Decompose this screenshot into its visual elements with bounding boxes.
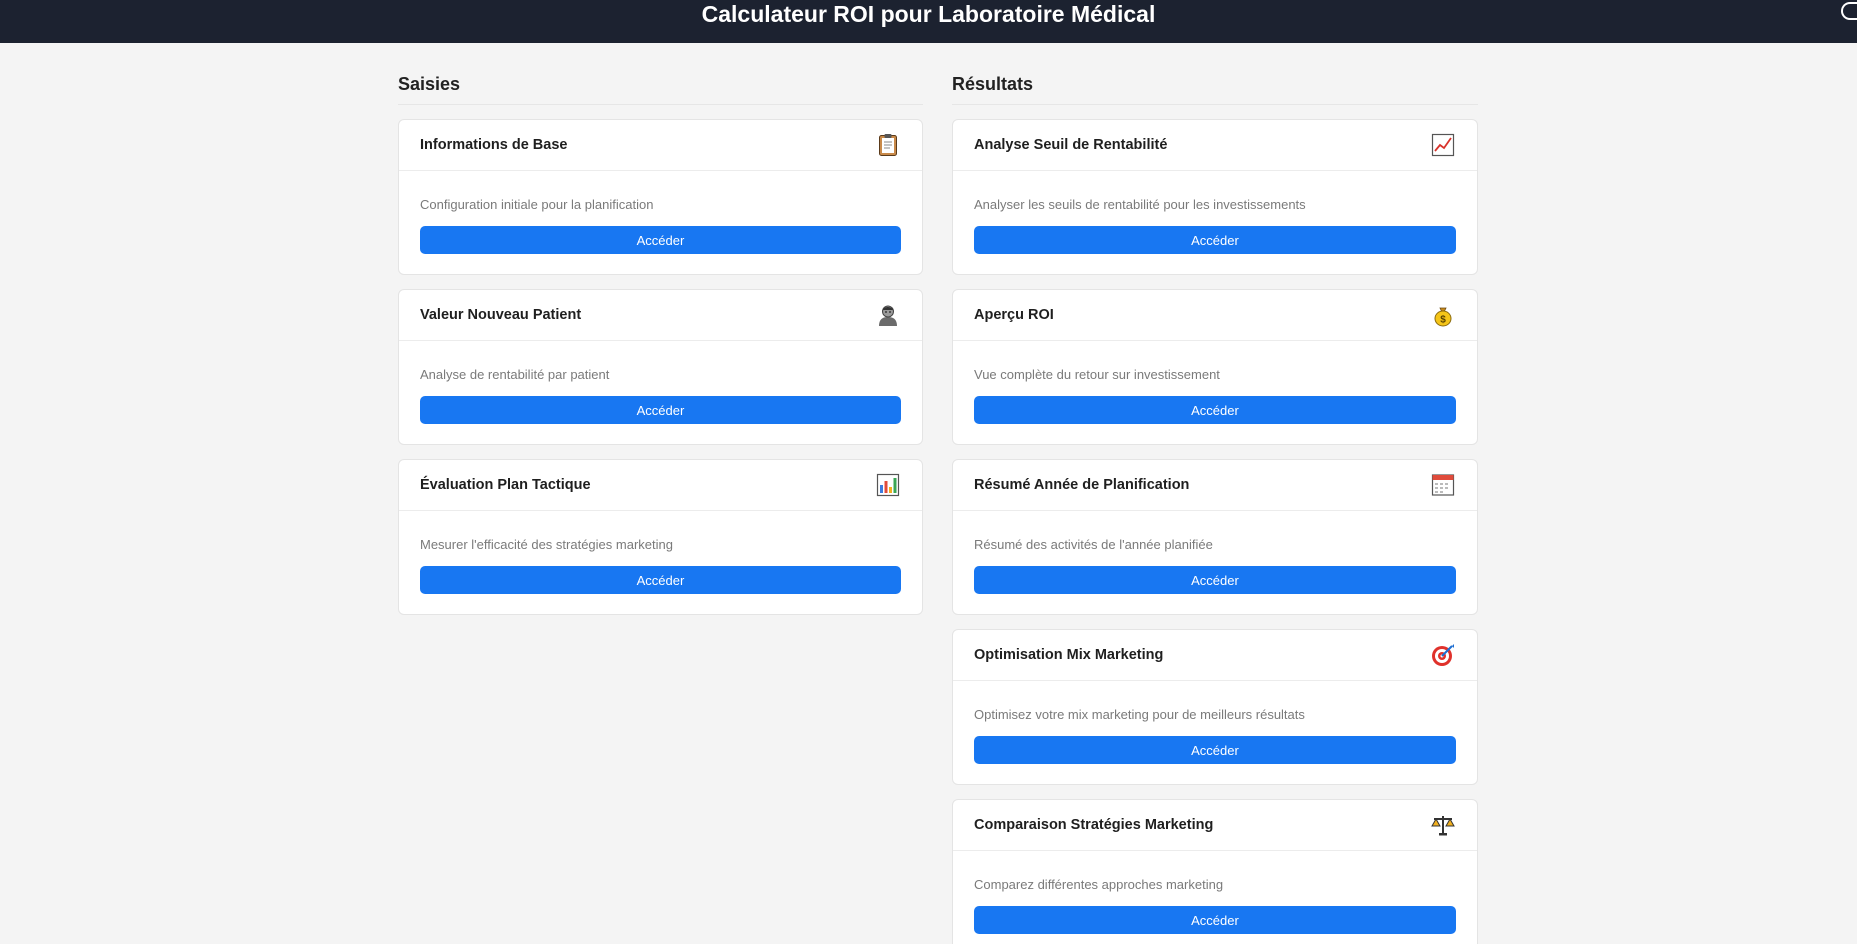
card-analyse-seuil-rentabilite: Analyse Seuil de Rentabilité Analyser le… xyxy=(952,119,1478,275)
access-button[interactable]: Accéder xyxy=(420,396,901,424)
card-title: Valeur Nouveau Patient xyxy=(420,307,582,323)
card-description: Analyse de rentabilité par patient xyxy=(420,367,610,382)
card-body: Résumé des activités de l'année planifié… xyxy=(953,511,1477,594)
card-header: Analyse Seuil de Rentabilité xyxy=(953,120,1477,171)
card-body: Comparez différentes approches marketing… xyxy=(953,851,1477,934)
card-title: Analyse Seuil de Rentabilité xyxy=(974,137,1168,153)
card-title: Résumé Année de Planification xyxy=(974,477,1190,493)
svg-text:$: $ xyxy=(1440,315,1446,326)
card-comparaison-strategies-marketing: Comparaison Stratégies Marketing Compare… xyxy=(952,799,1478,944)
card-header: Évaluation Plan Tactique xyxy=(399,460,922,511)
access-button[interactable]: Accéder xyxy=(974,226,1456,254)
card-description: Analyser les seuils de rentabilité pour … xyxy=(974,197,1306,212)
card-title: Évaluation Plan Tactique xyxy=(420,477,591,493)
card-header: Informations de Base xyxy=(399,120,922,171)
access-button[interactable]: Accéder xyxy=(420,566,901,594)
settings-icon[interactable] xyxy=(1841,2,1857,20)
card-body: Mesurer l'efficacité des stratégies mark… xyxy=(399,511,922,594)
card-body: Configuration initiale pour la planifica… xyxy=(399,171,922,254)
inputs-heading: Saisies xyxy=(398,72,923,105)
card-title: Aperçu ROI xyxy=(974,307,1054,323)
app-header: Calculateur ROI pour Laboratoire Médical xyxy=(0,0,1857,43)
card-body: Analyse de rentabilité par patient Accéd… xyxy=(399,341,922,424)
card-apercu-roi: Aperçu ROI $ Vue complète du retour sur … xyxy=(952,289,1478,445)
card-description: Comparez différentes approches marketing xyxy=(974,877,1224,892)
card-description: Configuration initiale pour la planifica… xyxy=(420,197,654,212)
card-description: Résumé des activités de l'année planifié… xyxy=(974,537,1213,552)
card-header: Comparaison Stratégies Marketing xyxy=(953,800,1477,851)
balance-scale-icon xyxy=(1431,816,1455,836)
page-title: Calculateur ROI pour Laboratoire Médical xyxy=(701,1,1156,27)
card-description: Optimisez votre mix marketing pour de me… xyxy=(974,707,1305,722)
access-button[interactable]: Accéder xyxy=(974,736,1456,764)
card-body: Vue complète du retour sur investissemen… xyxy=(953,341,1477,424)
access-button[interactable]: Accéder xyxy=(974,566,1456,594)
card-body: Analyser les seuils de rentabilité pour … xyxy=(953,171,1477,254)
card-valeur-nouveau-patient: Valeur Nouveau Patient Analyse de rentab… xyxy=(398,289,923,445)
access-button[interactable]: Accéder xyxy=(420,226,901,254)
bar-chart-icon xyxy=(876,473,900,497)
card-title: Informations de Base xyxy=(420,137,568,153)
card-title: Optimisation Mix Marketing xyxy=(974,647,1164,663)
money-bag-icon: $ xyxy=(1434,307,1452,327)
card-header: Aperçu ROI $ xyxy=(953,290,1477,341)
card-header: Valeur Nouveau Patient xyxy=(399,290,922,341)
card-informations-de-base: Informations de Base Configuration initi… xyxy=(398,119,923,275)
target-icon xyxy=(1432,644,1454,666)
trend-chart-icon xyxy=(1431,133,1455,157)
card-resume-annee-planification: Résumé Année de Planification Résumé des… xyxy=(952,459,1478,615)
results-section: Résultats Analyse Seuil de Rentabilité A… xyxy=(952,72,1478,944)
patient-icon xyxy=(879,305,897,326)
access-button[interactable]: Accéder xyxy=(974,906,1456,934)
card-description: Mesurer l'efficacité des stratégies mark… xyxy=(420,537,673,552)
card-header: Résumé Année de Planification xyxy=(953,460,1477,511)
card-description: Vue complète du retour sur investissemen… xyxy=(974,367,1220,382)
access-button[interactable]: Accéder xyxy=(974,396,1456,424)
calendar-icon xyxy=(1431,474,1455,496)
card-body: Optimisez votre mix marketing pour de me… xyxy=(953,681,1477,764)
card-header: Optimisation Mix Marketing xyxy=(953,630,1477,681)
results-heading: Résultats xyxy=(952,72,1478,105)
card-optimisation-mix-marketing: Optimisation Mix Marketing Optimisez vot… xyxy=(952,629,1478,785)
clipboard-icon xyxy=(879,134,897,156)
inputs-section: Saisies Informations de Base Configurati… xyxy=(398,72,923,629)
card-evaluation-plan-tactique: Évaluation Plan Tactique Mesurer l'effic… xyxy=(398,459,923,615)
card-title: Comparaison Stratégies Marketing xyxy=(974,817,1214,833)
